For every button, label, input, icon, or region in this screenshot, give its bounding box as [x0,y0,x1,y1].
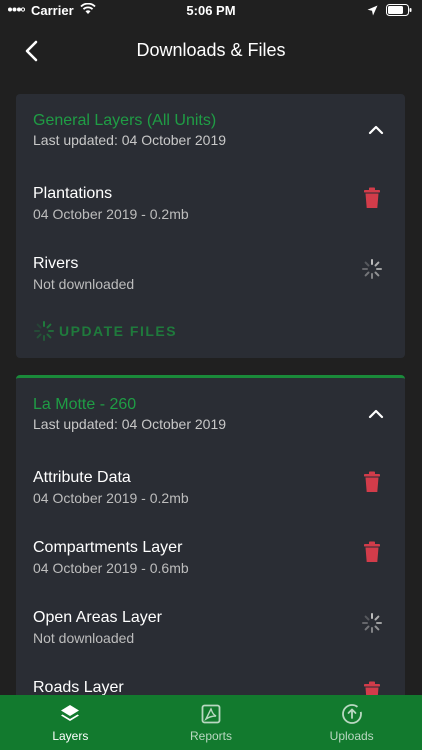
tab-label: Layers [52,728,89,743]
loading-spinner-icon [362,613,382,633]
page-title: Downloads & Files [136,40,286,60]
trash-icon[interactable] [363,681,381,695]
file-name: Attribute Data [33,469,131,486]
file-name: Rivers [33,255,79,272]
pdf-icon [201,704,221,723]
file-row-compartments-layer: Compartments Layer 04 October 2019 - 0.6… [16,539,405,609]
file-meta: 04 October 2019 - 0.2mb [33,490,189,506]
file-row-open-areas-layer: Open Areas Layer Not downloaded [16,609,405,679]
file-row-plantations: Plantations 04 October 2019 - 0.2mb [16,185,405,255]
loading-spinner-icon [362,259,382,279]
tab-uploads[interactable]: Uploads [281,695,422,750]
file-row-rivers: Rivers Not downloaded [16,255,405,325]
file-name: Roads Layer [33,679,124,695]
tab-bar: Layers Reports Uploads [0,695,422,750]
layers-icon [61,704,80,721]
trash-icon[interactable] [363,187,381,209]
chevron-up-icon[interactable] [367,406,385,420]
chevron-up-icon[interactable] [367,122,385,136]
battery-icon [386,4,412,19]
file-name: Plantations [33,185,113,202]
section-title: La Motte - 260 [33,396,137,413]
section-header[interactable]: La Motte - 260 Last updated: 04 October … [16,378,405,454]
section-updated: Last updated: 04 October 2019 [33,132,227,148]
status-time: 5:06 PM [186,3,236,18]
tab-label: Reports [189,728,233,743]
file-meta: 04 October 2019 - 0.6mb [33,560,189,576]
file-name: Compartments Layer [33,539,183,556]
downloads-list[interactable]: General Layers (All Units) Last updated:… [0,78,422,695]
tab-reports[interactable]: Reports [141,695,282,750]
tab-layers[interactable]: Layers [0,695,141,750]
section-title: General Layers (All Units) [33,112,217,129]
section-header[interactable]: General Layers (All Units) Last updated:… [16,94,405,170]
section-la-motte: La Motte - 260 Last updated: 04 October … [16,375,405,695]
trash-icon[interactable] [363,541,381,563]
file-row-attribute-data: Attribute Data 04 October 2019 - 0.2mb [16,469,405,539]
file-row-roads-layer: Roads Layer [16,679,405,695]
file-meta: 04 October 2019 - 0.2mb [33,206,189,222]
loading-spinner-icon [34,321,54,341]
file-meta: Not downloaded [33,276,135,292]
file-name: Open Areas Layer [33,609,162,626]
status-bar: Carrier 5:06 PM [0,0,422,22]
section-updated: Last updated: 04 October 2019 [33,416,227,432]
update-files-button[interactable]: UPDATE FILES [33,318,203,344]
tab-label: Uploads [329,728,374,743]
nav-bar: Downloads & Files [0,22,422,78]
trash-icon[interactable] [363,471,381,493]
location-icon [367,4,378,19]
update-files-label: UPDATE FILES [59,323,178,339]
section-general-layers: General Layers (All Units) Last updated:… [16,94,405,358]
upload-icon [341,703,362,724]
file-meta: Not downloaded [33,630,135,646]
